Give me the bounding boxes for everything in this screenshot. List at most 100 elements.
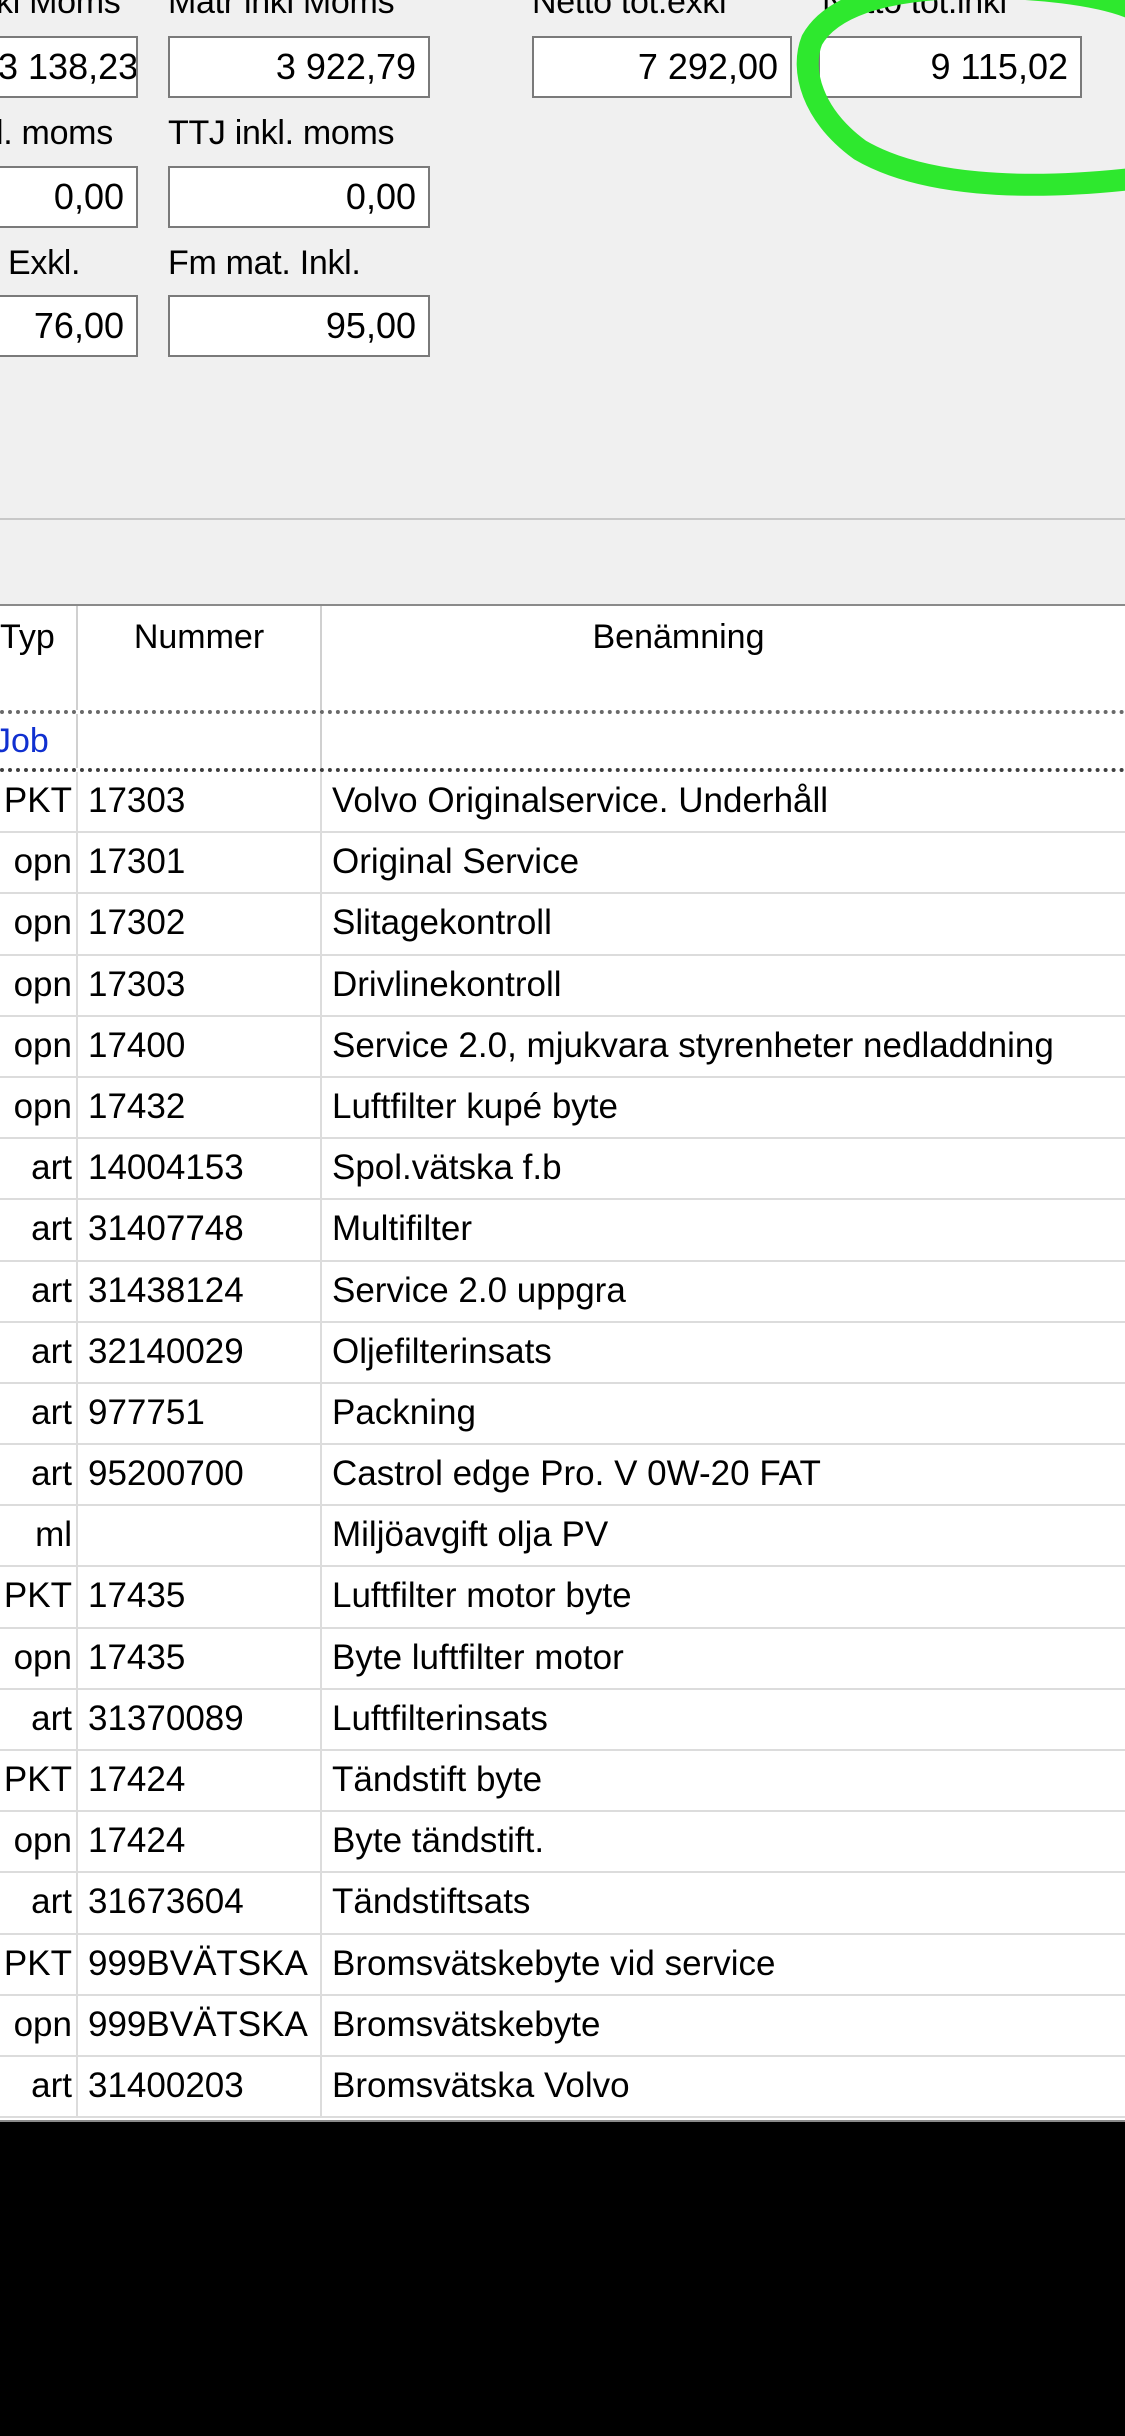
cell-typ: art (0, 1383, 78, 1444)
arb-inkl-moms-field[interactable]: 3 138,23 (0, 36, 138, 98)
table-row[interactable]: opn 17303 Drivlinekontroll (0, 955, 1125, 1017)
cell-nummer: 17302 (78, 894, 322, 954)
table-row[interactable]: art 31673604 Tändstiftsats (0, 1873, 1125, 1935)
table-row[interactable]: opn 17435 Byte luftfilter motor (0, 1628, 1125, 1690)
cell-typ: opn (0, 1628, 78, 1688)
cell-typ: art (0, 2056, 78, 2117)
cell-nummer: 17303 (78, 955, 322, 1015)
cell-typ: opn (0, 833, 78, 893)
cell-typ: opn (0, 955, 78, 1015)
ttj-exkl-moms-label: l. moms (0, 114, 113, 152)
group-col-divider (320, 714, 322, 768)
cell-benamning: Volvo Originalservice. Underhåll (332, 781, 829, 820)
cell-benamning: Luftfilterinsats (332, 1698, 548, 1738)
cell-typ: art (0, 1873, 78, 1933)
cell-typ: PKT (0, 1934, 78, 1994)
netto-tot-inkl-field[interactable]: 9 115,02 (818, 36, 1082, 98)
cell-benamning: Miljöavgift olja PV (332, 1515, 609, 1555)
cell-nummer: 31407748 (78, 1200, 322, 1260)
netto-tot-exkl-field[interactable]: 7 292,00 (532, 36, 792, 98)
cell-typ: art (0, 1139, 78, 1199)
table-row[interactable]: PKT 17424 Tändstift byte (0, 1751, 1125, 1813)
table-row[interactable]: art 31400203 Bromsvätska Volvo (0, 2056, 1125, 2119)
fm-mat-exkl-field[interactable]: 76,00 (0, 295, 138, 357)
cell-benamning: Service 2.0, mjukvara styrenheter nedlad… (332, 1025, 1054, 1065)
cell-nummer: 977751 (78, 1383, 322, 1444)
cell-typ: opn (0, 1077, 78, 1138)
table-row[interactable]: opn 17424 Byte tändstift. (0, 1812, 1125, 1874)
ttj-exkl-moms-field[interactable]: 0,00 (0, 166, 138, 228)
cell-typ: opn (0, 894, 78, 954)
cell-benamning: Packning (332, 1392, 476, 1432)
cell-nummer: 17303 (78, 772, 322, 832)
fm-mat-exkl-label: Exkl. (8, 244, 81, 282)
table-row[interactable]: opn 17400 Service 2.0, mjukvara styrenhete… (0, 1016, 1125, 1078)
table-row[interactable]: opn 17432 Luftfilter kupé byte (0, 1077, 1125, 1140)
table-row[interactable]: art 14004153 Spol.vätska f.b (0, 1139, 1125, 1201)
fm-mat-inkl-label: Fm mat. Inkl. (168, 244, 361, 282)
cell-nummer: 31400203 (78, 2056, 322, 2117)
table-row[interactable]: PKT 17435 Luftfilter motor byte (0, 1567, 1125, 1629)
order-lines-grid[interactable]: Typ Nummer Benämning Job PKT17303Volvo O… (0, 604, 1125, 2122)
cell-benamning: Bromsvätska Volvo (332, 2065, 630, 2105)
cell-typ: ml (0, 1506, 78, 1566)
cell-nummer: 17435 (78, 1567, 322, 1627)
table-row[interactable]: opn 17302 Slitagekontroll (0, 894, 1125, 956)
cell-benamning: Luftfilter kupé byte (332, 1086, 618, 1126)
cell-benamning: Multifilter (332, 1209, 473, 1249)
cell-nummer: 31438124 (78, 1261, 322, 1321)
table-row[interactable]: art 95200700 Castrol edge Pro. V 0W-20 FAT (0, 1445, 1125, 1507)
column-header-nummer[interactable]: Nummer (78, 606, 322, 710)
group-row-label: Job (0, 722, 49, 760)
table-row[interactable]: art 977751 Packning (0, 1383, 1125, 1446)
cell-typ: art (0, 1689, 78, 1749)
table-row[interactable]: art 31438124 Service 2.0 uppgra (0, 1261, 1125, 1323)
cell-nummer: 31673604 (78, 1873, 322, 1933)
cell-typ: opn (0, 1995, 78, 2055)
cell-benamning: Tändstift byte (332, 1760, 543, 1799)
cell-benamning: Bromsvätskebyte vid service (332, 1943, 776, 1983)
table-row[interactable]: art 31407748 Multifilter (0, 1200, 1125, 1262)
ttj-inkl-moms-label: TTJ inkl. moms (168, 114, 395, 152)
ttj-inkl-moms-field[interactable]: 0,00 (168, 166, 430, 228)
cell-nummer: 17435 (78, 1628, 322, 1688)
table-row[interactable]: PKT 17303 Volvo Originalservice. Underhåll (0, 772, 1125, 834)
panel-divider (0, 518, 1125, 520)
cell-benamning: Luftfilter motor byte (332, 1576, 632, 1616)
cell-typ: PKT (0, 1751, 78, 1811)
group-col-divider (76, 714, 78, 768)
cell-typ: opn (0, 1016, 78, 1076)
cell-nummer: 999BVÄTSKA (78, 1995, 322, 2055)
grid-bottom-border (0, 2120, 1125, 2122)
workshop-order-window: kl Moms Matr inkl Moms Netto tot.exkl Ne… (0, 0, 1125, 2122)
cell-benamning: Castrol edge Pro. V 0W-20 FAT (332, 1454, 821, 1494)
cell-benamning: Spol.vätska f.b (332, 1148, 562, 1188)
cell-benamning: Tändstiftsats (332, 1882, 531, 1922)
column-header-typ[interactable]: Typ (0, 606, 78, 710)
cell-benamning: Bromsvätskebyte (332, 2004, 601, 2044)
cell-nummer: 95200700 (78, 1445, 322, 1505)
cell-benamning: Byte tändstift. (332, 1821, 545, 1861)
cell-typ: PKT (0, 1567, 78, 1627)
fm-mat-inkl-field[interactable]: 95,00 (168, 295, 430, 357)
grid-rows: PKT 17303 Volvo Originalservice. Underhåll… (0, 772, 1125, 2119)
group-row-job[interactable]: Job (0, 714, 1125, 772)
mat-inkl-moms-label: Matr inkl Moms (168, 0, 395, 21)
cell-typ: art (0, 1322, 78, 1382)
table-row[interactable]: opn 999BVÄTSKA Bromsvätskebyte (0, 1995, 1125, 2057)
cell-nummer: 14004153 (78, 1139, 322, 1199)
table-row[interactable]: opn 17301 Original Service (0, 833, 1125, 895)
table-row[interactable]: art 31370089 Luftfilterinsats (0, 1689, 1125, 1751)
cell-nummer: 31370089 (78, 1689, 322, 1749)
column-header-benamning[interactable]: Benämning (322, 606, 1125, 710)
table-row[interactable]: art 32140029 Oljefilterinsats (0, 1322, 1125, 1384)
mat-inkl-moms-field[interactable]: 3 922,79 (168, 36, 430, 98)
cell-typ: PKT (0, 772, 78, 832)
cell-typ: art (0, 1261, 78, 1321)
netto-tot-exkl-label: Netto tot.exkl (532, 0, 727, 21)
cell-nummer: 999BVÄTSKA (78, 1934, 322, 1994)
table-row[interactable]: PKT 999BVÄTSKA Bromsvätskebyte vid service (0, 1934, 1125, 1996)
cell-nummer: 17424 (78, 1751, 322, 1811)
cell-typ: art (0, 1445, 78, 1505)
table-row[interactable]: ml Miljöavgift olja PV (0, 1506, 1125, 1568)
